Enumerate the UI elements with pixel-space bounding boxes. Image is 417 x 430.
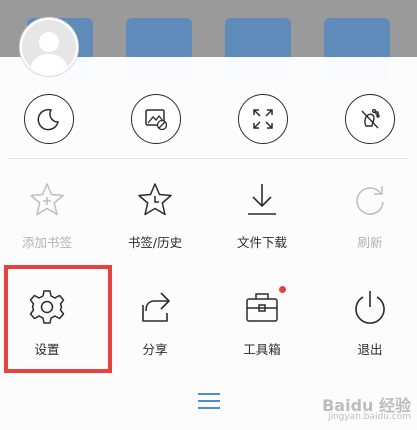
refresh-label: 刷新 bbox=[357, 235, 383, 250]
share-icon bbox=[142, 292, 170, 322]
star-clock-icon bbox=[138, 183, 172, 216]
menu-icon[interactable] bbox=[198, 390, 220, 412]
incognito-button[interactable] bbox=[345, 94, 395, 144]
add-bookmark-label: 添加书签 bbox=[21, 235, 72, 250]
watermark-url: jingyan.baidu.com bbox=[327, 412, 411, 422]
power-icon bbox=[355, 291, 385, 324]
downloads-label: 文件下载 bbox=[236, 235, 287, 250]
user-icon bbox=[30, 32, 68, 74]
exit-label: 退出 bbox=[357, 342, 383, 357]
watermark: Baidu 经验 jingyan.baidu.com bbox=[291, 392, 411, 426]
settings-highlight-box bbox=[4, 265, 112, 373]
toolbox-icon bbox=[246, 293, 278, 322]
fullscreen-icon bbox=[253, 109, 273, 129]
download-icon bbox=[248, 184, 276, 215]
notification-badge bbox=[279, 286, 286, 293]
moon-icon bbox=[37, 108, 59, 131]
bookmarks-history-button[interactable]: 书签/历史 bbox=[103, 180, 207, 272]
exit-button[interactable]: 退出 bbox=[318, 287, 417, 379]
downloads-button[interactable]: 文件下载 bbox=[210, 180, 314, 272]
night-mode-button[interactable] bbox=[24, 94, 74, 144]
no-image-mode-button[interactable] bbox=[131, 94, 181, 144]
add-bookmark-button[interactable]: 添加书签 bbox=[0, 180, 99, 272]
refresh-button[interactable]: 刷新 bbox=[318, 180, 417, 272]
toolbox-button[interactable]: 工具箱 bbox=[210, 286, 314, 379]
no-trace-icon bbox=[361, 108, 380, 129]
star-plus-icon bbox=[30, 183, 64, 216]
avatar[interactable] bbox=[20, 18, 78, 76]
divider bbox=[8, 158, 409, 159]
fullscreen-button[interactable] bbox=[238, 94, 288, 144]
bookmarks-history-label: 书签/历史 bbox=[127, 235, 183, 250]
toolbox-label: 工具箱 bbox=[243, 342, 281, 357]
refresh-icon bbox=[356, 186, 384, 215]
no-image-icon bbox=[145, 109, 168, 131]
share-button[interactable]: 分享 bbox=[103, 287, 207, 379]
share-label: 分享 bbox=[142, 342, 168, 357]
